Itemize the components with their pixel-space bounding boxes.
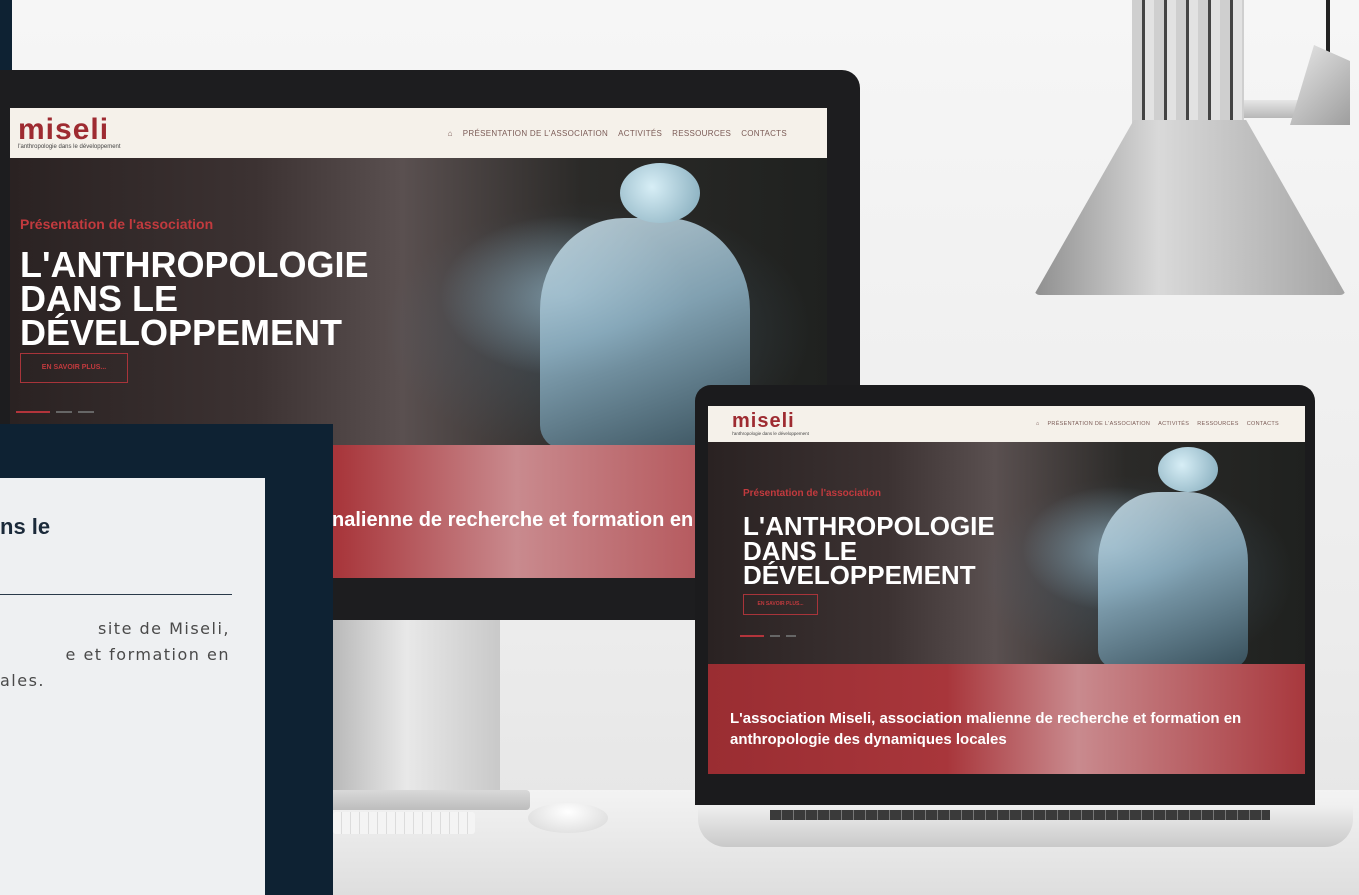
logo-tagline: l'anthropologie dans le développement (18, 144, 121, 150)
slider-dots (740, 635, 802, 637)
menu-item-presentation[interactable]: PRÉSENTATION DE L'ASSOCIATION (463, 129, 608, 138)
site-logo[interactable]: miseli l'anthropologie dans le développe… (18, 113, 121, 151)
slider-dot-active[interactable] (740, 635, 764, 637)
menu-item-contacts[interactable]: CONTACTS (1247, 421, 1279, 427)
site-navbar: miseli l'anthropologie dans le développe… (10, 108, 827, 158)
laptop-screen: miseli l'anthropologie dans le développe… (708, 406, 1305, 774)
card-body: site de Miseli, e et formation en ales. (0, 616, 230, 694)
card-title: ns le (0, 514, 51, 539)
learn-more-button[interactable]: EN SAVOIR PLUS... (20, 353, 128, 383)
logo-wordmark: miseli (18, 113, 110, 146)
menu-item-ressources[interactable]: RESSOURCES (672, 129, 731, 138)
logo-wordmark: miseli (732, 410, 795, 432)
site-logo[interactable]: miseli l'anthropologie dans le développe… (732, 410, 809, 436)
lamp-neck (1132, 0, 1244, 130)
menu-item-ressources[interactable]: RESSOURCES (1197, 421, 1239, 427)
card-body-line: e et formation en (65, 645, 230, 664)
hero-headline: L'ANTHROPOLOGIE DANS LE DÉVELOPPEMENT (20, 244, 440, 354)
home-icon[interactable]: ⌂ (1036, 421, 1040, 427)
description-card: ns le site de Miseli, e et formation en … (0, 478, 265, 895)
hero-headline-line1: L'ANTHROPOLOGIE (743, 511, 995, 541)
site-navbar: miseli l'anthropologie dans le développe… (708, 406, 1305, 442)
menu-item-activites[interactable]: ACTIVITÉS (618, 129, 662, 138)
laptop-keyboard (770, 810, 1270, 820)
hero-headline-line2: DANS LE DÉVELOPPEMENT (20, 278, 343, 354)
slider-dot[interactable] (786, 635, 796, 637)
site-menu: ⌂ PRÉSENTATION DE L'ASSOCIATION ACTIVITÉ… (1028, 421, 1279, 427)
slider-dots (16, 411, 100, 413)
slider-dot-active[interactable] (16, 411, 50, 413)
mouse (528, 803, 608, 833)
card-body-line: site de Miseli, (98, 619, 230, 638)
slider-dot[interactable] (56, 411, 72, 413)
keyboard (333, 812, 475, 834)
slider-dot[interactable] (770, 635, 780, 637)
hero-photo-figure (1098, 492, 1248, 667)
logo-tagline: l'anthropologie dans le développement (732, 431, 809, 436)
menu-item-activites[interactable]: ACTIVITÉS (1158, 421, 1189, 427)
hero-photo-turban (620, 163, 700, 223)
hero-kicker: Présentation de l'association (743, 488, 881, 499)
card-body-line: ales. (0, 671, 46, 690)
learn-more-button[interactable]: EN SAVOIR PLUS... (743, 594, 818, 615)
hero-headline-line2: DANS LE DÉVELOPPEMENT (743, 535, 976, 591)
home-icon[interactable]: ⌂ (448, 129, 453, 138)
monitor-stand (330, 618, 500, 793)
card-divider (0, 594, 232, 595)
menu-item-contacts[interactable]: CONTACTS (741, 129, 787, 138)
hero-kicker: Présentation de l'association (20, 216, 214, 232)
menu-item-presentation[interactable]: PRÉSENTATION DE L'ASSOCIATION (1047, 421, 1150, 427)
monitor-stand-base (300, 790, 530, 810)
intro-band: L'association Miseli, association malien… (708, 664, 1305, 774)
site-menu: ⌂ PRÉSENTATION DE L'ASSOCIATION ACTIVITÉ… (438, 129, 787, 138)
hero-section: Présentation de l'association L'ANTHROPO… (708, 442, 1305, 667)
hero-photo-turban (1158, 447, 1218, 492)
hero-headline: L'ANTHROPOLOGIE DANS LE DÉVELOPPEMENT (743, 511, 1063, 591)
slider-dot[interactable] (78, 411, 94, 413)
hero-headline-line1: L'ANTHROPOLOGIE (20, 244, 369, 285)
intro-band-text: L'association Miseli, association malien… (730, 710, 1242, 748)
